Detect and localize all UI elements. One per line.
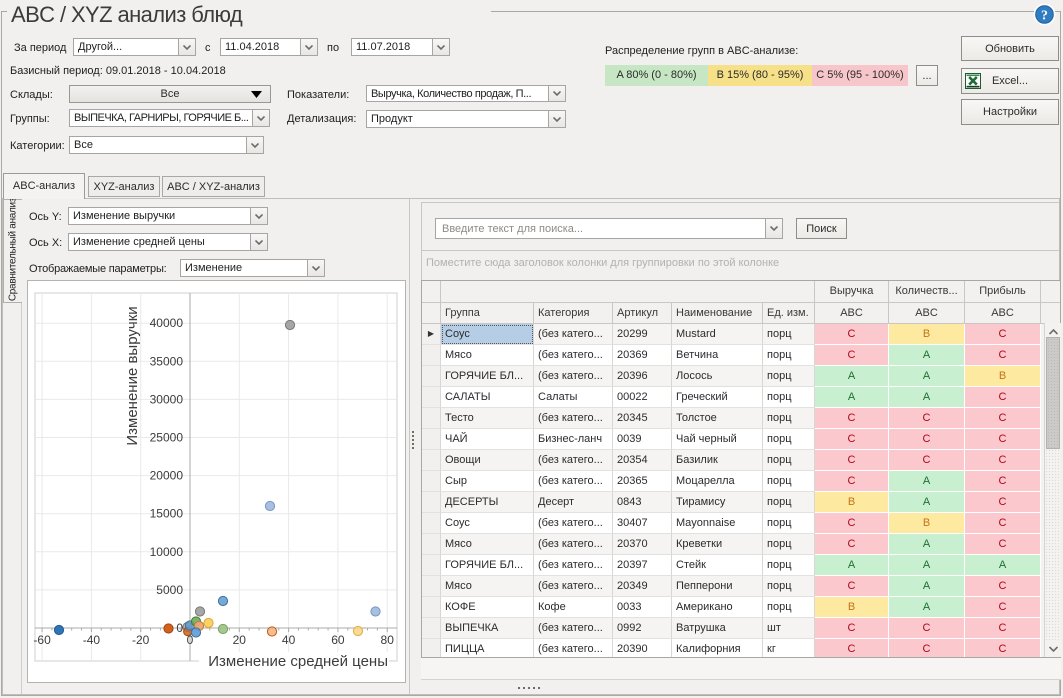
- svg-text:15000: 15000: [150, 507, 184, 521]
- svg-text:35000: 35000: [150, 354, 184, 368]
- svg-text:5000: 5000: [156, 583, 183, 597]
- svg-text:40000: 40000: [150, 316, 184, 330]
- svg-text:25000: 25000: [150, 431, 184, 445]
- svg-text:20: 20: [233, 633, 247, 647]
- svg-text:?: ?: [1041, 9, 1048, 24]
- svg-text:0: 0: [176, 621, 183, 635]
- svg-text:20000: 20000: [150, 469, 184, 483]
- svg-text:60: 60: [331, 633, 345, 647]
- svg-text:Изменение выручки: Изменение выручки: [124, 306, 141, 445]
- svg-text:30000: 30000: [150, 392, 184, 406]
- svg-text:80: 80: [381, 633, 395, 647]
- svg-text:40: 40: [282, 633, 296, 647]
- svg-text:-60: -60: [33, 633, 51, 647]
- svg-text:10000: 10000: [150, 545, 184, 559]
- svg-text:Изменение средней цены: Изменение средней цены: [208, 653, 388, 670]
- svg-text:-20: -20: [132, 633, 150, 647]
- svg-text:-40: -40: [83, 633, 101, 647]
